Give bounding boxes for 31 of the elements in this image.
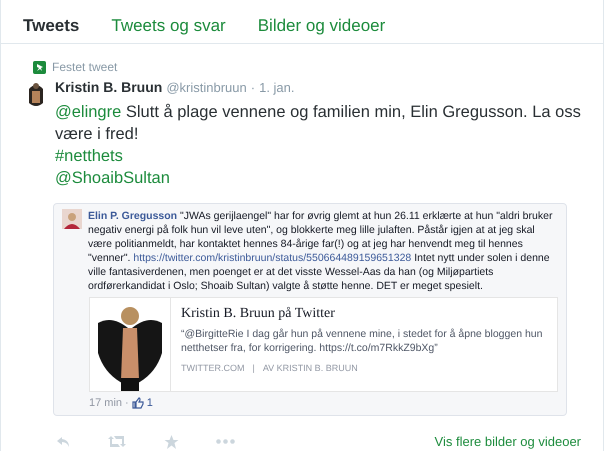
link-card[interactable]: Kristin B. Bruun på Twitter “@BirgitteRie I dag går hun på vennene mine, i stedet for å åpne bloggen hun netthetser fra, for korrigering. https://t.co/m7RkkZ9bXg” TWITTER.COM | AV KRISTIN B. BRUUN — [89, 297, 558, 392]
poster-link[interactable]: Elin P. Gregusson — [88, 210, 178, 222]
profile-tab[interactable]: Tweets — [23, 14, 80, 38]
author-handle: @kristinbruun — [166, 80, 247, 95]
meta-divider: | — [252, 363, 255, 373]
separator-dot: · — [125, 397, 129, 409]
post-text: Elin P. Gregusson "JWAs gerijlaengel" har for øvrig glemt at hun 26.11 erklærte at hun "aldri bruker negativ energi på folk hun vil leve uten", og blokkerte meg lille julaften. Påstår igjen at at jeg skal være politianmeldt, har kontaktet hennes 84-årige far(!) og at jeg har henvendt meg til hennes "venner". https://twitter.com/kristinbruun/status/550664489159651328 Intet nytt under solen i denne ville fantasiverdenen, men poenget er at det visste Wessel-Aas da han (og Miljøpartiets ordførerkandidat i Oslo; Shoaib Sultan) valgte å støtte henne. DET er meget spesielt. — [88, 209, 554, 293]
profile-tab[interactable]: Bilder og videoer — [258, 14, 386, 38]
like-count: 1 — [146, 397, 153, 409]
more-media-link[interactable]: Vis flere bilder og videoer — [434, 434, 581, 449]
card-byline: AV KRISTIN B. BRUUN — [262, 363, 358, 373]
card-domain: TWITTER.COM — [181, 363, 244, 373]
profile-tab[interactable]: Tweets og svar — [111, 14, 226, 38]
card-quote: “@BirgitteRie I dag går hun på vennene mine, i stedet for å åpne bloggen hun netthetser fra, for korrigering. https://t.co/m7RkkZ9bXg” — [181, 327, 544, 355]
card-title: Kristin B. Bruun på Twitter — [181, 306, 336, 322]
thumbs-up-icon — [132, 397, 144, 409]
tag-link[interactable]: @ShoaibSultan — [55, 169, 170, 187]
pin-icon — [33, 60, 46, 74]
reply-icon[interactable] — [56, 436, 70, 448]
separator-dot: · — [250, 80, 256, 95]
star-icon[interactable] — [164, 434, 179, 448]
tag-link[interactable]: #netthets — [55, 147, 123, 165]
post-time: 17 min — [89, 397, 122, 409]
mention-link[interactable]: @elingre — [55, 103, 122, 121]
tweet-date[interactable]: 1. jan. — [259, 80, 295, 95]
pinned-label: Festet tweet — [52, 60, 118, 74]
more-icon[interactable] — [216, 439, 235, 444]
url-link[interactable]: https://twitter.com/kristinbruun/status/550664489159651328 — [133, 252, 412, 264]
author-name[interactable]: Kristin B. Bruun — [55, 79, 162, 95]
tweet-text: @elingre Slutt å plage vennene og familien min, Elin Gregusson. La oss være i fred! — [55, 102, 582, 145]
retweet-icon[interactable] — [107, 435, 127, 448]
